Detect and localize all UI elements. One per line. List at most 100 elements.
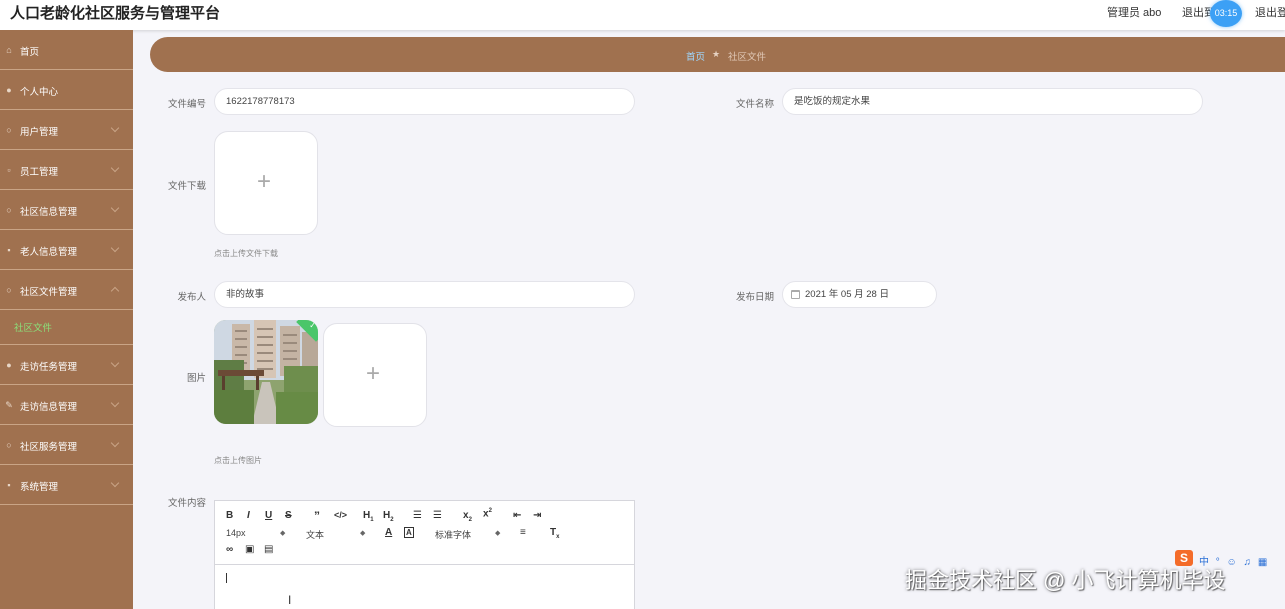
sidebar-item-home[interactable]: ⌂ 首页 <box>0 30 133 70</box>
heading-2-icon[interactable]: H2 <box>383 510 394 523</box>
task-icon: ● <box>6 360 12 370</box>
service-icon: ○ <box>6 440 12 450</box>
indent-icon[interactable]: ⇥ <box>533 510 541 521</box>
subscript-icon[interactable]: x2 <box>463 510 472 523</box>
sidebar: ⌂ 首页 ● 个人中心 ○ 用户管理 ▫ 员工管理 ○ 社区信息管理 ▪ 老人信… <box>0 30 133 609</box>
sidebar-item-label: 员工管理 <box>20 167 59 178</box>
check-icon: ✓ <box>309 321 316 330</box>
select-arrows-icon: ◆ <box>495 530 501 537</box>
sidebar-item-label: 用户管理 <box>20 127 59 138</box>
sidebar-item-community-info[interactable]: ○ 社区信息管理 <box>0 190 133 230</box>
sidebar-item-label: 走访任务管理 <box>20 362 78 373</box>
sidebar-item-visit-tasks[interactable]: ● 走访任务管理 <box>0 345 133 385</box>
sidebar-item-label: 走访信息管理 <box>20 402 78 413</box>
building-photo <box>214 320 318 424</box>
chevron-down-icon <box>110 123 120 133</box>
elder-icon: ▪ <box>7 245 11 255</box>
paragraph-value: 文本 <box>306 530 325 540</box>
font-size-select[interactable]: 14px ◆ <box>226 528 286 538</box>
file-upload-box[interactable]: + <box>214 131 318 235</box>
blockquote-icon[interactable]: ” <box>314 509 320 523</box>
sidebar-subitem-community-file[interactable]: 社区文件 <box>0 310 133 345</box>
sidebar-item-label: 系统管理 <box>20 482 59 493</box>
breadcrumb-separator-icon: ★ <box>712 49 721 59</box>
image-insert-icon[interactable]: ▣ <box>245 544 254 555</box>
sidebar-item-label: 首页 <box>20 47 40 58</box>
breadcrumb-home-link[interactable]: 首页 <box>686 49 705 63</box>
bullet-list-icon[interactable]: ☰ <box>433 510 442 521</box>
file-upload-hint: 点击上传文件下载 <box>214 249 278 258</box>
select-arrows-icon: ◆ <box>280 530 286 537</box>
heading-1-icon[interactable]: H1 <box>363 510 374 523</box>
text-color-icon[interactable]: A <box>385 527 392 538</box>
publish-date-picker[interactable]: 2021 年 05 月 28 日 <box>782 281 937 308</box>
code-block-icon[interactable]: </> <box>334 510 347 520</box>
link-icon[interactable]: ∞ <box>226 544 233 555</box>
file-no-input[interactable]: 1622178778173 <box>214 88 635 115</box>
file-icon: ○ <box>6 285 12 295</box>
strike-icon[interactable]: S <box>285 510 292 521</box>
sidebar-item-label: 老人信息管理 <box>20 247 78 258</box>
underline-icon[interactable]: U <box>265 510 272 521</box>
chevron-up-icon <box>110 286 120 296</box>
text-cursor-icon: I <box>288 593 292 607</box>
paragraph-select[interactable]: 文本 ◆ <box>306 528 366 541</box>
file-name-label: 文件名称 <box>735 99 774 110</box>
staff-icon: ▫ <box>7 165 11 175</box>
image-label: 图片 <box>186 373 206 384</box>
sidebar-item-community-files[interactable]: ○ 社区文件管理 <box>0 270 133 310</box>
sidebar-subitem-label: 社区文件 <box>14 323 53 334</box>
app-title: 人口老龄化社区服务与管理平台 <box>10 5 221 22</box>
sidebar-item-label: 个人中心 <box>20 87 59 98</box>
font-family-select[interactable]: 标准字体 ◆ <box>435 528 505 541</box>
plus-icon: + <box>366 360 381 387</box>
sidebar-item-label: 社区服务管理 <box>20 442 78 453</box>
sidebar-item-label: 社区文件管理 <box>20 287 78 298</box>
chevron-down-icon <box>110 358 120 368</box>
visit-icon: ✎ <box>5 400 13 410</box>
uploaded-image-thumbnail[interactable]: ✓ <box>214 320 318 424</box>
current-user: 管理员 abo <box>1107 7 1162 19</box>
publisher-label: 发布人 <box>177 292 206 303</box>
sidebar-item-user-management[interactable]: ○ 用户管理 <box>0 110 133 150</box>
file-no-label: 文件编号 <box>167 99 206 110</box>
breadcrumb: 首页 ★ 社区文件 <box>150 37 1285 72</box>
clear-format-icon[interactable]: Tx <box>550 527 559 540</box>
sidebar-item-personal-center[interactable]: ● 个人中心 <box>0 70 133 110</box>
italic-icon[interactable]: I <box>247 510 250 521</box>
user-icon: ● <box>6 85 12 95</box>
file-name-input[interactable]: 是吃饭的规定水果 <box>782 88 1203 115</box>
superscript-icon[interactable]: x2 <box>483 508 492 519</box>
file-download-label: 文件下载 <box>167 181 206 192</box>
text-caret <box>226 573 227 583</box>
sidebar-item-system[interactable]: ▪ 系统管理 <box>0 465 133 505</box>
chevron-down-icon <box>110 163 120 173</box>
align-icon[interactable]: ≡ <box>520 527 526 538</box>
content-label: 文件内容 <box>167 498 206 509</box>
publish-date-label: 发布日期 <box>735 292 774 303</box>
chevron-down-icon <box>110 438 120 448</box>
outdent-icon[interactable]: ⇤ <box>513 510 521 521</box>
image-upload-hint: 点击上传图片 <box>214 456 262 465</box>
chevron-down-icon <box>110 398 120 408</box>
video-insert-icon[interactable]: ▤ <box>264 544 273 555</box>
sidebar-item-visit-info[interactable]: ✎ 走访信息管理 <box>0 385 133 425</box>
logout-link[interactable]: 退出登录 <box>1255 4 1285 20</box>
publisher-input[interactable]: 非的故事 <box>214 281 635 308</box>
select-arrows-icon: ◆ <box>360 530 366 537</box>
sidebar-item-elder-info[interactable]: ▪ 老人信息管理 <box>0 230 133 270</box>
font-size-value: 14px <box>226 528 246 538</box>
background-color-icon[interactable]: A <box>404 527 414 538</box>
system-icon: ▪ <box>7 480 11 490</box>
editor-toolbar: B I U S ” </> H1 H2 ☰ ☰ x2 x2 ⇤ ⇥ 14px ◆… <box>215 501 634 565</box>
image-upload-box[interactable]: + <box>323 323 427 427</box>
watermark-text: 掘金技术社区 @ 小飞计算机毕设 <box>905 568 1226 593</box>
users-icon: ○ <box>6 125 12 135</box>
bold-icon[interactable]: B <box>226 510 233 521</box>
plus-icon: + <box>257 168 272 195</box>
font-family-value: 标准字体 <box>435 530 472 540</box>
sidebar-item-staff-management[interactable]: ▫ 员工管理 <box>0 150 133 190</box>
sidebar-item-community-service[interactable]: ○ 社区服务管理 <box>0 425 133 465</box>
ordered-list-icon[interactable]: ☰ <box>413 510 422 521</box>
info-icon: ○ <box>6 205 12 215</box>
